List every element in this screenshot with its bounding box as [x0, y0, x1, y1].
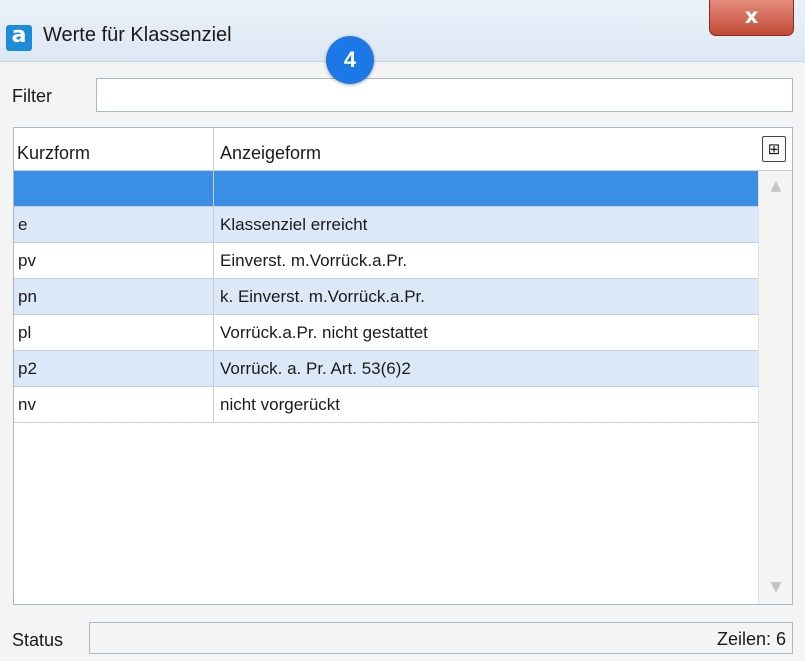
values-grid: Kurzform Anzeigeform ⊞ e Klassenziel err…	[13, 127, 793, 605]
cell-anzeigeform: k. Einverst. m.Vorrück.a.Pr.	[220, 287, 426, 306]
column-header-anzeigeform[interactable]: Anzeigeform	[214, 128, 758, 171]
table-row[interactable]: p2 Vorrück. a. Pr. Art. 53(6)2	[14, 351, 758, 387]
cell-anzeigeform: Vorrück. a. Pr. Art. 53(6)2	[220, 359, 411, 378]
cell-kurzform: p2	[14, 351, 214, 386]
column-header-kurzform[interactable]: Kurzform	[14, 128, 214, 171]
grid-rows: e Klassenziel erreicht pv Einverst. m.Vo…	[14, 171, 758, 423]
column-chooser-icon[interactable]: ⊞	[762, 136, 786, 162]
cell-anzeigeform: nicht vorgerückt	[220, 395, 340, 414]
grid-header: Kurzform Anzeigeform ⊞	[14, 128, 792, 171]
filter-label: Filter	[12, 86, 52, 106]
step-badge: 4	[326, 36, 374, 84]
table-row[interactable]: nv nicht vorgerückt	[14, 387, 758, 423]
cell-kurzform: e	[14, 207, 214, 242]
row-count: Zeilen: 6	[716, 629, 786, 649]
cell-kurzform: nv	[14, 387, 214, 422]
status-label: Status	[12, 630, 64, 650]
vertical-scrollbar[interactable]: ▲ ▼	[758, 171, 792, 604]
close-button[interactable]: x	[709, 0, 794, 36]
title-bar[interactable]: a Werte für Klassenziel x	[0, 0, 805, 62]
dialog-window: a Werte für Klassenziel x 4 Filter Kurzf…	[0, 0, 805, 661]
cell-kurzform: pv	[14, 243, 214, 278]
table-row[interactable]: pl Vorrück.a.Pr. nicht gestattet	[14, 315, 758, 351]
table-row[interactable]: pn k. Einverst. m.Vorrück.a.Pr.	[14, 279, 758, 315]
cell-kurzform: pl	[14, 315, 214, 350]
cell-kurzform: pn	[14, 279, 214, 314]
window-title: Werte für Klassenziel	[43, 24, 232, 46]
cell-anzeigeform: Klassenziel erreicht	[220, 215, 368, 234]
status-box: Zeilen: 6	[89, 622, 793, 654]
table-row[interactable]	[14, 171, 758, 207]
app-icon: a	[6, 25, 32, 51]
cell-anzeigeform	[214, 171, 758, 206]
filter-input[interactable]	[96, 78, 793, 112]
cell-kurzform	[14, 171, 214, 206]
scroll-down-icon[interactable]: ▼	[768, 580, 784, 594]
scroll-up-icon[interactable]: ▲	[768, 179, 784, 193]
table-row[interactable]: pv Einverst. m.Vorrück.a.Pr.	[14, 243, 758, 279]
cell-anzeigeform: Einverst. m.Vorrück.a.Pr.	[220, 251, 408, 270]
table-row[interactable]: e Klassenziel erreicht	[14, 207, 758, 243]
cell-anzeigeform: Vorrück.a.Pr. nicht gestattet	[220, 323, 428, 342]
